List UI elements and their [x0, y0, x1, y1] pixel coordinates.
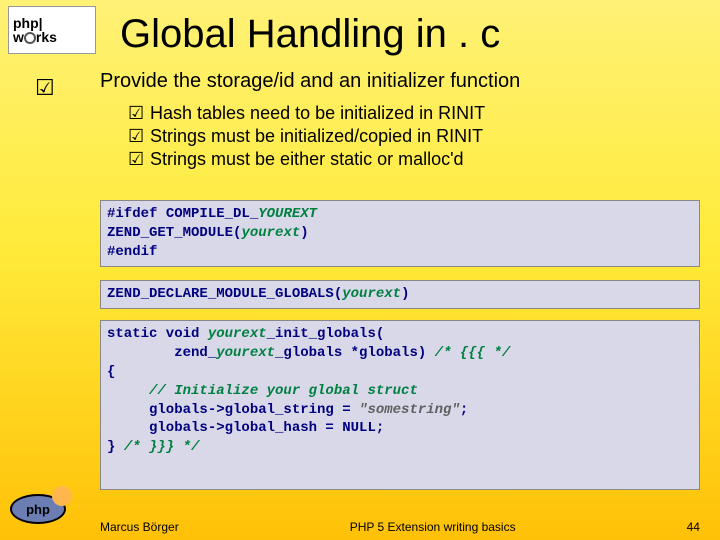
code-line: ZEND_GET_MODULE(yourext)	[107, 224, 693, 243]
sub-bullet: ☑Strings must be initialized/copied in R…	[128, 126, 700, 147]
php-logo-text: php	[26, 502, 50, 517]
logo-text-w: w	[13, 29, 24, 45]
code-line: globals->global_string = "somestring";	[107, 401, 693, 420]
code-line: globals->global_hash = NULL;	[107, 419, 693, 438]
footer-center: PHP 5 Extension writing basics	[350, 520, 516, 534]
code-block-3: static void yourext_init_globals( zend_y…	[100, 320, 700, 490]
check-icon: ☑	[128, 103, 150, 124]
sub-bullet-text: Hash tables need to be initialized in RI…	[150, 103, 485, 123]
code-line: } /* }}} */	[107, 438, 693, 457]
gear-icon	[24, 32, 36, 44]
code-line: ZEND_DECLARE_MODULE_GLOBALS(yourext)	[107, 285, 693, 304]
logo-text-rks: rks	[36, 29, 57, 45]
slide: php| wrks Global Handling in . c ☑ Provi…	[0, 0, 720, 540]
sub-bullet-text: Strings must be initialized/copied in RI…	[150, 126, 483, 146]
check-icon: ☑	[128, 149, 150, 170]
slide-title: Global Handling in . c	[120, 12, 500, 57]
php-logo-oval: php	[10, 494, 66, 524]
sub-bullet-list: ☑Hash tables need to be initialized in R…	[128, 103, 700, 170]
main-bullet: Provide the storage/id and an initialize…	[100, 70, 700, 93]
sub-bullet-text: Strings must be either static or malloc'…	[150, 149, 464, 169]
check-icon: ☑	[128, 126, 150, 147]
logo-phpworks: php| wrks	[8, 6, 96, 54]
code-line: zend_yourext_globals *globals) /* {{{ */	[107, 344, 693, 363]
logo-line2: wrks	[13, 29, 57, 45]
sub-bullet: ☑Hash tables need to be initialized in R…	[128, 103, 700, 124]
sub-bullet: ☑Strings must be either static or malloc…	[128, 149, 700, 170]
check-icon: ☑	[35, 75, 55, 101]
code-line: {	[107, 363, 693, 382]
footer-page: 44	[687, 520, 700, 534]
code-block-1: #ifdef COMPILE_DL_YOUREXT ZEND_GET_MODUL…	[100, 200, 700, 267]
code-line: static void yourext_init_globals(	[107, 325, 693, 344]
code-line: #endif	[107, 243, 693, 262]
body-content: Provide the storage/id and an initialize…	[100, 70, 700, 172]
code-block-2: ZEND_DECLARE_MODULE_GLOBALS(yourext)	[100, 280, 700, 309]
code-line: #ifdef COMPILE_DL_YOUREXT	[107, 205, 693, 224]
php-logo: php	[10, 494, 80, 534]
footer: Marcus Börger PHP 5 Extension writing ba…	[100, 520, 700, 534]
code-line: // Initialize your global struct	[107, 382, 693, 401]
footer-author: Marcus Börger	[100, 520, 179, 534]
